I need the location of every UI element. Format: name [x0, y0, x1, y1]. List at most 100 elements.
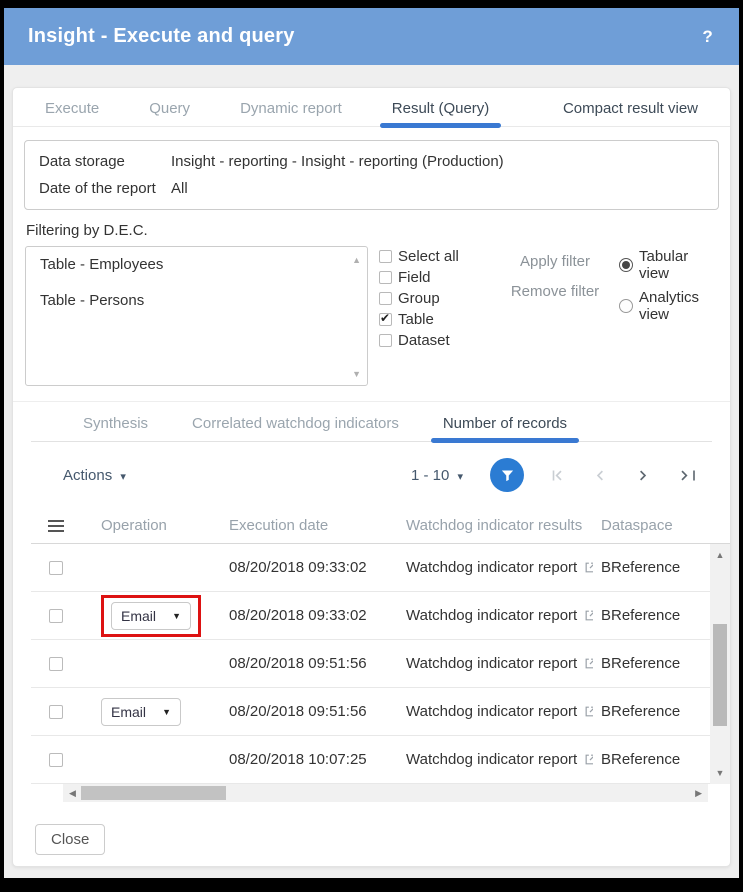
- checkbox-checked-icon[interactable]: [379, 313, 392, 326]
- watchdog-report-link[interactable]: Watchdog indicator report: [406, 751, 577, 768]
- pagination-controls: 1 - 10 ▾: [411, 458, 696, 492]
- data-storage-row: Data storage Insight - reporting - Insig…: [39, 148, 704, 175]
- operation-select[interactable]: Email ▼: [101, 698, 181, 726]
- previous-page-button[interactable]: [593, 468, 608, 483]
- horizontal-scrollbar-thumb[interactable]: [81, 786, 226, 800]
- table-row: 08/20/2018 09:33:02 Watchdog indicator r…: [31, 544, 710, 592]
- result-section: Synthesis Correlated watchdog indicators…: [13, 401, 730, 442]
- first-page-button[interactable]: [551, 468, 566, 483]
- checkbox-label: Group: [398, 290, 440, 307]
- table-body: 08/20/2018 09:33:02 Watchdog indicator r…: [31, 544, 730, 784]
- tab-correlated-watchdog-indicators[interactable]: Correlated watchdog indicators: [190, 406, 401, 441]
- list-item-table-persons[interactable]: Table - Persons: [40, 292, 353, 309]
- scroll-up-icon[interactable]: ▲: [710, 550, 730, 560]
- tab-query[interactable]: Query: [147, 91, 192, 126]
- result-tab-bar: Synthesis Correlated watchdog indicators…: [31, 402, 712, 442]
- close-button[interactable]: Close: [35, 824, 105, 855]
- filter-actions: Apply filter Remove filter: [503, 246, 607, 313]
- vertical-scrollbar-thumb[interactable]: [713, 624, 727, 726]
- watchdog-result-cell: Watchdog indicator report: [386, 655, 593, 672]
- external-link-icon[interactable]: [584, 609, 593, 622]
- watchdog-result-cell: Watchdog indicator report: [386, 703, 593, 720]
- radio-tabular-view[interactable]: Tabular view: [619, 248, 718, 282]
- table-row: 08/20/2018 09:51:56 Watchdog indicator r…: [31, 640, 710, 688]
- checkbox-label: Dataset: [398, 332, 450, 349]
- checkbox-icon[interactable]: [379, 292, 392, 305]
- filter-funnel-button[interactable]: [490, 458, 524, 492]
- watchdog-report-link[interactable]: Watchdog indicator report: [406, 559, 577, 576]
- tab-result-query[interactable]: Result (Query): [390, 91, 492, 126]
- report-date-row: Date of the report All: [39, 175, 704, 202]
- dataspace-cell: BReference: [593, 607, 681, 624]
- checkbox-label: Table: [398, 311, 434, 328]
- scroll-down-icon[interactable]: ▼: [710, 768, 730, 778]
- view-mode-group: Tabular view Analytics view: [619, 246, 718, 330]
- tab-synthesis[interactable]: Synthesis: [81, 406, 150, 441]
- last-page-button[interactable]: [677, 468, 696, 483]
- execution-date-cell: 08/20/2018 10:07:25: [206, 751, 386, 768]
- dataspace-cell: BReference: [593, 751, 681, 768]
- table-menu-icon[interactable]: [48, 525, 64, 527]
- external-link-icon[interactable]: [584, 561, 593, 574]
- column-header-execution-date[interactable]: Execution date: [206, 517, 386, 534]
- vertical-scrollbar[interactable]: ▲ ▼: [710, 544, 730, 784]
- scroll-right-icon[interactable]: ▶: [695, 784, 702, 802]
- checkbox-icon[interactable]: [379, 271, 392, 284]
- external-link-icon[interactable]: [584, 753, 593, 766]
- operation-select[interactable]: Email ▼: [111, 602, 191, 630]
- radio-label: Analytics view: [639, 289, 718, 323]
- records-table: Operation Execution date Watchdog indica…: [31, 508, 730, 802]
- watchdog-report-link[interactable]: Watchdog indicator report: [406, 703, 577, 720]
- main-tab-bar: Execute Query Dynamic report Result (Que…: [13, 88, 730, 127]
- tab-execute[interactable]: Execute: [43, 91, 101, 126]
- next-page-button[interactable]: [635, 468, 650, 483]
- watchdog-report-link[interactable]: Watchdog indicator report: [406, 607, 577, 624]
- dialog-card: Execute Query Dynamic report Result (Que…: [12, 87, 731, 867]
- operation-select-value: Email: [121, 608, 156, 624]
- column-header-dataspace[interactable]: Dataspace: [593, 517, 681, 534]
- chevron-down-icon: ▼: [162, 707, 171, 717]
- operation-cell: Email ▼: [81, 698, 206, 726]
- row-checkbox[interactable]: [49, 753, 63, 767]
- external-link-icon[interactable]: [584, 657, 593, 670]
- checkbox-select-all[interactable]: Select all: [379, 248, 487, 265]
- help-button[interactable]: ?: [702, 27, 713, 47]
- checkbox-group[interactable]: Group: [379, 290, 487, 307]
- listbox-scroll-up-icon[interactable]: ▲: [352, 255, 361, 265]
- horizontal-scrollbar[interactable]: ◀ ▶: [63, 784, 708, 802]
- scroll-left-icon[interactable]: ◀: [69, 784, 76, 802]
- row-checkbox[interactable]: [49, 609, 63, 623]
- dialog-title: Insight - Execute and query: [28, 25, 295, 48]
- operation-select-value: Email: [111, 704, 146, 720]
- radio-selected-icon[interactable]: [619, 258, 633, 272]
- checkbox-field[interactable]: Field: [379, 269, 487, 286]
- checkbox-icon[interactable]: [379, 250, 392, 263]
- listbox-scroll-down-icon[interactable]: ▼: [352, 369, 361, 379]
- compact-result-view-link[interactable]: Compact result view: [561, 91, 700, 126]
- radio-icon[interactable]: [619, 299, 633, 313]
- page-range-dropdown[interactable]: 1 - 10 ▾: [411, 467, 463, 484]
- radio-analytics-view[interactable]: Analytics view: [619, 289, 718, 323]
- row-checkbox[interactable]: [49, 561, 63, 575]
- column-header-operation[interactable]: Operation: [81, 517, 206, 534]
- tab-dynamic-report[interactable]: Dynamic report: [238, 91, 344, 126]
- actions-dropdown[interactable]: Actions ▾: [63, 467, 126, 484]
- column-header-watchdog-results[interactable]: Watchdog indicator results: [386, 517, 593, 534]
- checkbox-table[interactable]: Table: [379, 311, 487, 328]
- report-date-value: All: [171, 175, 188, 202]
- external-link-icon[interactable]: [584, 705, 593, 718]
- row-checkbox[interactable]: [49, 657, 63, 671]
- checkbox-dataset[interactable]: Dataset: [379, 332, 487, 349]
- chevron-down-icon: ▾: [120, 470, 126, 483]
- checkbox-icon[interactable]: [379, 334, 392, 347]
- list-item-table-employees[interactable]: Table - Employees: [40, 256, 353, 273]
- watchdog-report-link[interactable]: Watchdog indicator report: [406, 655, 577, 672]
- tab-number-of-records[interactable]: Number of records: [441, 406, 569, 441]
- execution-date-cell: 08/20/2018 09:33:02: [206, 607, 386, 624]
- dec-listbox[interactable]: Table - Employees Table - Persons ▲ ▼: [25, 246, 368, 386]
- table-row: Email ▼ 08/20/2018 09:33:02 Watchdog ind…: [31, 592, 710, 640]
- row-checkbox[interactable]: [49, 705, 63, 719]
- remove-filter-button[interactable]: Remove filter: [503, 283, 607, 300]
- apply-filter-button[interactable]: Apply filter: [503, 253, 607, 270]
- execution-date-cell: 08/20/2018 09:51:56: [206, 655, 386, 672]
